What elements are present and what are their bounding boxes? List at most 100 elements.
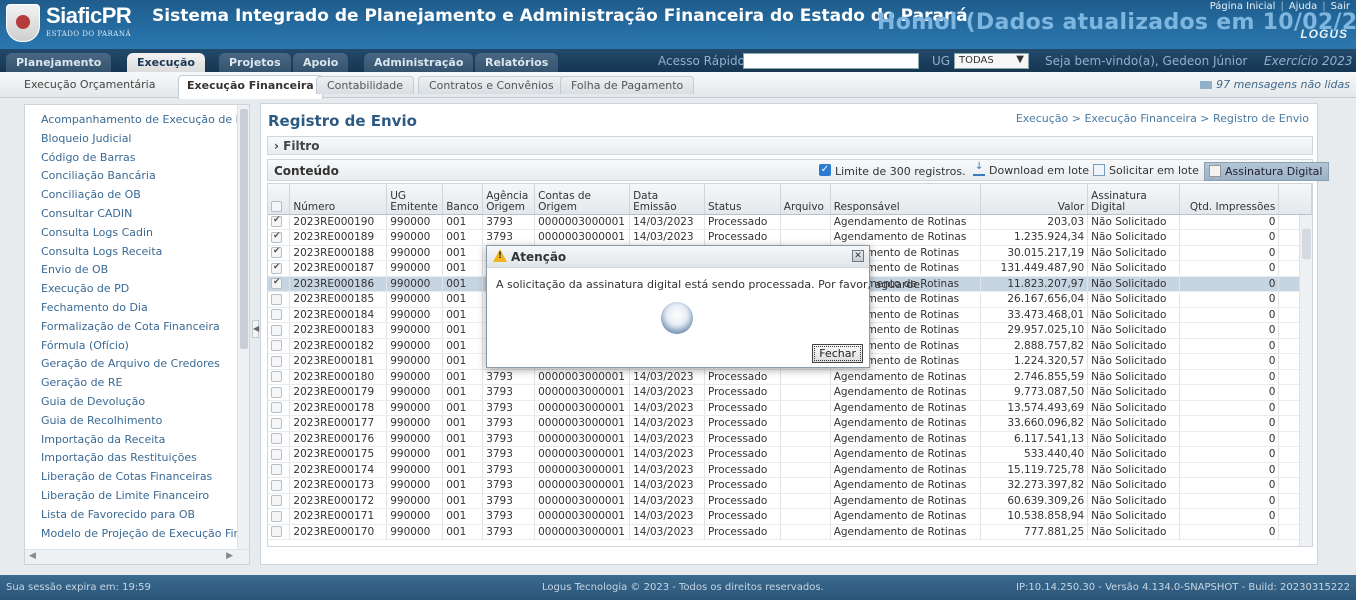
nav-relatorios[interactable]: Relatórios [475, 53, 559, 72]
request-batch-button[interactable]: Solicitar em lote [1093, 164, 1199, 177]
row-checkbox[interactable] [271, 355, 282, 367]
row-select-cell[interactable] [268, 369, 291, 385]
row-checkbox[interactable] [271, 526, 282, 538]
row-select-cell[interactable] [268, 307, 291, 323]
table-row[interactable]: 2023RE000179 990000 001 3793 0000003000001 14… [268, 384, 1312, 401]
tab-folha-pagamento[interactable]: Folha de Pagamento [560, 76, 695, 94]
sidebar-item[interactable]: Consulta Logs Receita [25, 245, 249, 264]
col-contas-origem[interactable]: Contas de Origem [534, 184, 631, 215]
sidebar-scrollbar[interactable] [237, 105, 249, 549]
limit-checkbox[interactable]: ✓ [819, 164, 831, 176]
digital-signature-button[interactable]: Assinatura Digital [1204, 162, 1330, 181]
sidebar-item[interactable]: Lista de Favorecido para OB [25, 508, 249, 527]
row-checkbox[interactable] [271, 371, 282, 383]
row-checkbox[interactable] [271, 495, 282, 507]
unread-messages[interactable]: 97 mensagens não lidas [1200, 78, 1350, 91]
col-qtd-impressoes[interactable]: Qtd. Impressões [1179, 184, 1280, 215]
nav-planejamento[interactable]: Planejamento [6, 53, 112, 72]
sidebar-item[interactable]: Liberação de Cotas Financeiras [25, 470, 249, 489]
table-row[interactable]: 2023RE0001899900000013793000000300000114… [268, 229, 1312, 246]
col-data-emissao[interactable]: Data Emissão [629, 184, 705, 215]
table-row[interactable]: 2023RE000176 990000 001 3793 0000003000001 14… [268, 431, 1312, 447]
row-checkbox[interactable] [271, 386, 282, 398]
sidebar-hscrollbar[interactable]: ◀ ▶ [25, 549, 249, 564]
col-status[interactable]: Status [704, 184, 781, 215]
row-checkbox[interactable] [271, 340, 282, 352]
row-select-cell[interactable] [268, 322, 291, 339]
sidebar-item[interactable]: Guia de Recolhimento [25, 414, 249, 433]
col-arquivo[interactable]: Arquivo [780, 184, 831, 215]
close-button[interactable]: Fechar [812, 344, 863, 363]
row-checkbox[interactable] [271, 510, 282, 522]
row-checkbox[interactable] [271, 277, 282, 290]
sidebar-item[interactable]: Conciliação Bancária [25, 169, 249, 188]
row-checkbox[interactable] [271, 324, 282, 336]
row-select-cell[interactable] [268, 384, 291, 401]
tab-contratos-convenios[interactable]: Contratos e Convênios [418, 76, 565, 94]
row-select-cell[interactable] [268, 245, 291, 261]
sidebar-item[interactable]: Código de Barras [25, 151, 249, 170]
nav-administracao[interactable]: Administração [364, 53, 474, 72]
row-checkbox[interactable] [271, 215, 282, 228]
sidebar-item[interactable]: Conciliação de OB [25, 188, 249, 207]
scroll-left-icon[interactable]: ◀ [29, 551, 36, 561]
table-row[interactable]: 2023RE000172 990000 001 3793 0000003000001 14… [268, 493, 1312, 509]
table-row[interactable]: 2023RE000174 990000 001 3793 0000003000001 14… [268, 462, 1312, 478]
table-row[interactable]: 2023RE000170 990000 001 3793 0000003000001 14… [268, 524, 1312, 540]
row-select-cell[interactable] [268, 276, 291, 292]
sidebar-item[interactable]: Geração de Arquivo de Credores [25, 357, 249, 376]
nav-execucao[interactable]: Execução [127, 53, 205, 72]
tab-execucao-financeira[interactable]: Execução Financeira [178, 75, 323, 99]
row-checkbox[interactable] [271, 309, 282, 321]
scroll-right-icon[interactable]: ▶ [226, 551, 233, 561]
row-select-cell[interactable] [268, 493, 291, 509]
row-select-cell[interactable] [268, 431, 291, 447]
app-logo[interactable]: SiaficPR ESTADO DO PARANÁ [6, 2, 144, 46]
row-checkbox[interactable] [271, 231, 282, 243]
ug-select[interactable]: TODAS ▼ [954, 53, 1029, 69]
link-help[interactable]: Ajuda [1289, 1, 1317, 12]
sidebar-item[interactable]: Modelo de Projeção de Execução Financeir… [25, 527, 249, 546]
row-checkbox[interactable] [271, 448, 282, 460]
row-checkbox[interactable] [271, 464, 282, 476]
tab-execucao-orcamentaria[interactable]: Execução Orçamentária [24, 78, 155, 91]
collapse-sidebar-button[interactable]: ◀ [252, 320, 259, 338]
row-select-cell[interactable] [268, 462, 291, 478]
row-select-cell[interactable] [268, 446, 291, 463]
row-select-cell[interactable] [268, 214, 291, 230]
sidebar-item[interactable]: Importação das Restituições [25, 451, 249, 470]
col-agencia-origem[interactable]: Agência Origem [482, 184, 536, 215]
exercise-year[interactable]: Exercício 2023 [1264, 54, 1353, 68]
sidebar-item[interactable]: Acompanhamento de Execução de PD [25, 113, 249, 132]
row-checkbox[interactable] [271, 417, 282, 429]
tab-contabilidade[interactable]: Contabilidade [316, 76, 415, 94]
quick-access-input[interactable] [743, 53, 919, 69]
sidebar-item[interactable]: Consultar CADIN [25, 207, 249, 226]
grid-scroll-thumb[interactable] [1302, 229, 1311, 259]
row-select-cell[interactable] [268, 524, 291, 540]
col-responsavel[interactable]: Responsável [830, 184, 981, 215]
select-all-checkbox[interactable] [271, 201, 282, 212]
row-select-cell[interactable] [268, 415, 291, 432]
col-banco[interactable]: Banco [442, 184, 484, 215]
sidebar-item[interactable]: Liberação de Limite Financeiro [25, 489, 249, 508]
sidebar-item[interactable]: Geração de RE [25, 376, 249, 395]
table-row[interactable]: 2023RE000175 990000 001 3793 0000003000001 14… [268, 446, 1312, 463]
table-row[interactable]: 2023RE0001909900000013793000000300000114… [268, 214, 1312, 230]
row-select-cell[interactable] [268, 260, 291, 277]
col-ug-emitente[interactable]: UG Emitente [386, 184, 444, 215]
row-checkbox[interactable] [271, 246, 282, 259]
sidebar-item[interactable]: Execução de PD [25, 282, 249, 301]
row-select-cell[interactable] [268, 508, 291, 525]
grid-scrollbar[interactable] [1299, 215, 1312, 546]
sidebar-item[interactable]: Guia de Devolução [25, 395, 249, 414]
row-select-cell[interactable] [268, 400, 291, 416]
filter-toggle[interactable]: › Filtro [267, 136, 1313, 155]
link-home[interactable]: Página Inicial [1210, 1, 1276, 12]
sidebar-item[interactable]: Fechamento do Dia [25, 301, 249, 320]
row-select-cell[interactable] [268, 229, 291, 246]
sidebar-item[interactable]: Consulta Logs Cadin [25, 226, 249, 245]
close-icon[interactable]: ✕ [852, 250, 864, 262]
row-checkbox[interactable] [271, 262, 282, 274]
table-row[interactable]: 2023RE000171 990000 001 3793 0000003000001 14… [268, 508, 1312, 525]
